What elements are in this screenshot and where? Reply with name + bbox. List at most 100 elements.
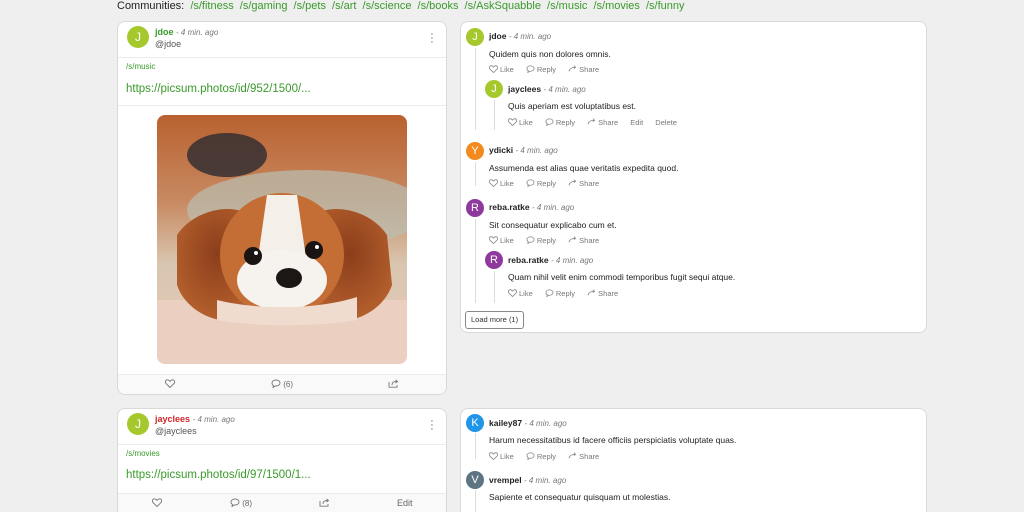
reply-icon bbox=[545, 118, 554, 127]
share-button[interactable]: Share bbox=[568, 452, 599, 461]
comment-author[interactable]: vrempel - 4 min. ago bbox=[489, 475, 566, 485]
comment-author[interactable]: kailey87 - 4 min. ago bbox=[489, 418, 567, 428]
post-handle: @jayclees bbox=[155, 426, 197, 436]
like-button[interactable]: Like bbox=[489, 452, 514, 461]
reply-button[interactable]: Reply bbox=[545, 118, 575, 127]
avatar[interactable]: K bbox=[466, 414, 484, 432]
avatar[interactable]: R bbox=[485, 251, 503, 269]
avatar[interactable]: V bbox=[466, 471, 484, 489]
comment-author[interactable]: ydicki - 4 min. ago bbox=[489, 145, 558, 155]
comment-count: (6) bbox=[283, 380, 294, 389]
thread-line bbox=[475, 219, 476, 303]
avatar[interactable]: J bbox=[466, 28, 484, 46]
share-button[interactable]: Share bbox=[568, 65, 599, 74]
heart-icon bbox=[508, 289, 517, 298]
comment-text: Harum necessitatibus id facere officiis … bbox=[489, 435, 737, 445]
reply-icon bbox=[545, 289, 554, 298]
avatar[interactable]: Y bbox=[466, 142, 484, 160]
heart-icon bbox=[489, 179, 498, 188]
reply-button[interactable]: Reply bbox=[545, 289, 575, 298]
comment-author[interactable]: jdoe - 4 min. ago bbox=[489, 31, 551, 41]
share-button[interactable]: Share bbox=[587, 118, 618, 127]
post-time: - 4 min. ago bbox=[176, 28, 219, 37]
comment-text: Sapiente et consequatur quisquam ut mole… bbox=[489, 492, 671, 502]
post-author[interactable]: jayclees - 4 min. ago bbox=[155, 414, 235, 424]
reply-button[interactable]: Reply bbox=[526, 236, 556, 245]
community-link-gaming[interactable]: /s/gaming bbox=[240, 0, 288, 12]
edit-button[interactable]: Edit bbox=[397, 498, 413, 508]
community-link-funny[interactable]: /s/funny bbox=[646, 0, 685, 12]
community-link-asksquabble[interactable]: /s/AskSquabble bbox=[465, 0, 541, 12]
post-community[interactable]: /s/movies bbox=[126, 449, 160, 458]
community-link-science[interactable]: /s/science bbox=[363, 0, 412, 12]
share-button[interactable] bbox=[388, 379, 399, 389]
community-link-books[interactable]: /s/books bbox=[418, 0, 459, 12]
comment-actions: Like Reply Share bbox=[489, 236, 609, 245]
comment-count: (8) bbox=[242, 499, 253, 508]
load-more-button[interactable]: Load more (1) bbox=[465, 311, 525, 329]
reply-button[interactable]: Reply bbox=[526, 452, 556, 461]
thread-line bbox=[475, 490, 476, 512]
share-button[interactable] bbox=[319, 498, 330, 508]
comment-icon bbox=[230, 498, 240, 508]
community-link-art[interactable]: /s/art bbox=[332, 0, 356, 12]
post-handle: @jdoe bbox=[155, 39, 182, 49]
like-button[interactable]: Like bbox=[508, 289, 533, 298]
like-button[interactable]: Like bbox=[489, 236, 514, 245]
post-link[interactable]: https://picsum.photos/id/952/1500/... bbox=[126, 83, 311, 95]
community-link-movies[interactable]: /s/movies bbox=[593, 0, 639, 12]
heart-icon bbox=[489, 452, 498, 461]
comment-author[interactable]: reba.ratke - 4 min. ago bbox=[489, 202, 574, 212]
comments-button[interactable]: (8) bbox=[230, 498, 252, 508]
reply-icon bbox=[526, 236, 535, 245]
delete-button[interactable]: Delete bbox=[655, 118, 677, 127]
share-icon bbox=[568, 236, 577, 243]
community-link-music[interactable]: /s/music bbox=[547, 0, 587, 12]
communities-label: Communities: bbox=[117, 0, 185, 12]
community-link-fitness[interactable]: /s/fitness bbox=[190, 0, 233, 12]
comment-author[interactable]: reba.ratke - 4 min. ago bbox=[508, 255, 593, 265]
reply-button[interactable]: Reply bbox=[526, 179, 556, 188]
reply-button[interactable]: Reply bbox=[526, 65, 556, 74]
avatar[interactable]: R bbox=[466, 199, 484, 217]
like-button[interactable] bbox=[151, 498, 163, 508]
post-author[interactable]: jdoe - 4 min. ago bbox=[155, 27, 218, 37]
heart-icon bbox=[164, 379, 176, 389]
comment-time: - 4 min. ago bbox=[543, 85, 586, 94]
community-link-pets[interactable]: /s/pets bbox=[294, 0, 326, 12]
communities-bar: Communities: /s/fitness /s/gaming /s/pet… bbox=[117, 0, 685, 12]
share-icon bbox=[319, 498, 330, 507]
like-button[interactable]: Like bbox=[508, 118, 533, 127]
post-header: J jayclees - 4 min. ago @jayclees · · · bbox=[118, 409, 446, 445]
post-image[interactable] bbox=[157, 115, 407, 364]
post-link[interactable]: https://picsum.photos/id/97/1500/1... bbox=[126, 469, 311, 481]
more-options-icon[interactable]: · · · bbox=[430, 416, 434, 435]
thread-line bbox=[494, 100, 495, 130]
comment-actions: Like Reply Share Edit Delete bbox=[508, 118, 687, 127]
like-button[interactable]: Like bbox=[489, 65, 514, 74]
like-button[interactable] bbox=[164, 379, 176, 389]
comment-time: - 4 min. ago bbox=[508, 32, 552, 41]
heart-icon bbox=[489, 236, 498, 245]
comments-button[interactable]: (6) bbox=[271, 379, 293, 389]
reply-icon bbox=[526, 452, 535, 461]
puppy-photo bbox=[157, 115, 407, 364]
edit-button[interactable]: Edit bbox=[630, 118, 643, 127]
like-button[interactable]: Like bbox=[489, 179, 514, 188]
comment-actions: Like Reply Share bbox=[489, 179, 609, 188]
more-options-icon[interactable]: · · · bbox=[430, 29, 434, 48]
avatar[interactable]: J bbox=[127, 413, 149, 435]
comment-time: - 4 min. ago bbox=[551, 256, 594, 265]
post-card: J jayclees - 4 min. ago @jayclees · · · /s… bbox=[117, 408, 447, 512]
avatar[interactable]: J bbox=[127, 26, 149, 48]
share-button[interactable]: Share bbox=[568, 236, 599, 245]
comment-icon bbox=[271, 379, 281, 389]
post-card: J jdoe - 4 min. ago @jdoe · · · /s/music h… bbox=[117, 21, 447, 395]
avatar[interactable]: J bbox=[485, 80, 503, 98]
reply-icon bbox=[526, 65, 535, 74]
share-button[interactable]: Share bbox=[568, 179, 599, 188]
comment-author[interactable]: jayclees - 4 min. ago bbox=[508, 84, 586, 94]
share-icon bbox=[587, 118, 596, 125]
post-community[interactable]: /s/music bbox=[126, 62, 155, 71]
share-button[interactable]: Share bbox=[587, 289, 618, 298]
